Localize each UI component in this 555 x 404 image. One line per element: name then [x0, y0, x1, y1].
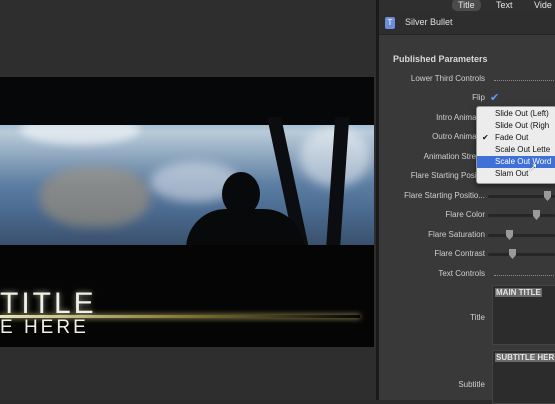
menu-item-label: Slide Out (Left) — [495, 109, 549, 118]
menu-item-label: Fade Out — [495, 133, 529, 142]
tab-video[interactable]: Vide — [534, 0, 552, 11]
menu-item-fade-out[interactable]: ✔ Fade Out — [477, 132, 555, 144]
menu-item-label: Scale Out Lette — [495, 145, 551, 154]
title-info-icon: T — [385, 17, 395, 29]
label-flare-start-position-1: Flare Starting Positio — [410, 171, 485, 180]
label-flare-start-position-2: Flare Starting Positio... — [404, 191, 485, 200]
menu-item-slide-out-right[interactable]: Slide Out (Righ — [477, 120, 555, 132]
checkmark-icon: ✔ — [482, 133, 489, 142]
outro-animation-dropdown-menu: Slide Out (Left) Slide Out (Righ ✔ Fade … — [476, 106, 555, 184]
label-flare-color: Flare Color — [445, 210, 485, 219]
flare-contrast-slider[interactable] — [488, 249, 555, 259]
flare-start-position-slider[interactable] — [488, 191, 555, 201]
group-separator — [494, 80, 554, 81]
menu-item-label: Slam Out — [495, 169, 529, 178]
tab-title[interactable]: Title — [452, 0, 481, 11]
lower-third-subtitle: E HERE — [0, 317, 89, 338]
menu-item-scale-out-letter[interactable]: Scale Out Lette — [477, 144, 555, 156]
lower-third-title: TITLE — [0, 287, 97, 320]
flip-checkbox[interactable]: ✔ — [490, 91, 499, 104]
label-lower-third-controls: Lower Third Controls — [410, 74, 485, 83]
label-title: Title — [470, 313, 485, 322]
flare-color-slider[interactable] — [488, 210, 555, 220]
tab-text[interactable]: Text — [496, 0, 513, 11]
inspector-title: Silver Bullet — [405, 17, 453, 27]
label-flip: Flip — [472, 93, 485, 102]
menu-item-slide-out-left[interactable]: Slide Out (Left) — [477, 108, 555, 120]
label-subtitle: Subtitle — [458, 380, 485, 389]
mouse-cursor-icon: ➚ — [528, 160, 539, 174]
label-text-controls: Text Controls — [438, 269, 485, 278]
title-text-value: MAIN TITLE — [495, 288, 542, 297]
menu-item-label: Scale Out Word — [495, 157, 552, 166]
published-parameters-heading: Published Parameters — [393, 54, 488, 64]
menu-item-scale-out-word[interactable]: Scale Out Word — [477, 156, 555, 168]
window-frame-top — [0, 77, 374, 125]
subtitle-text-value: SUBTITLE HER — [495, 353, 555, 362]
group-separator — [494, 275, 554, 276]
label-flare-saturation: Flare Saturation — [428, 230, 485, 239]
subtitle-text-field[interactable]: SUBTITLE HER — [492, 350, 555, 404]
video-preview[interactable]: TITLE E HERE — [0, 77, 374, 347]
flare-saturation-slider[interactable] — [488, 230, 555, 240]
menu-item-slam-out[interactable]: Slam Out — [477, 168, 555, 180]
inspector-header: T Silver Bullet — [379, 12, 555, 35]
earth-view-image — [0, 107, 374, 247]
menu-item-label: Slide Out (Righ — [495, 121, 550, 130]
label-flare-contrast: Flare Contrast — [434, 249, 485, 258]
inspector-tabs: Title Text Vide — [379, 0, 555, 12]
title-text-field[interactable]: MAIN TITLE — [492, 285, 555, 345]
